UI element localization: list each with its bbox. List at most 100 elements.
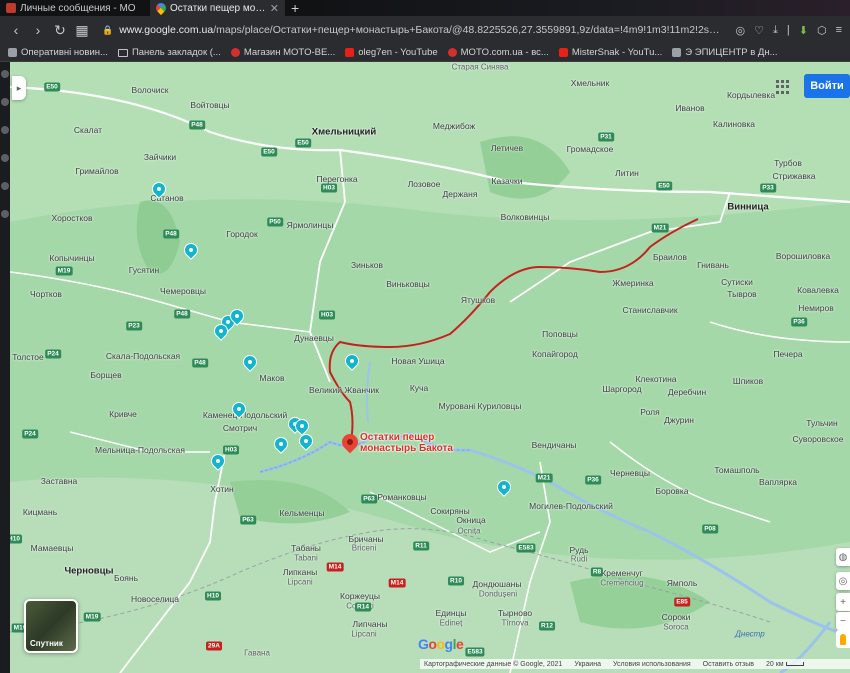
cave-poi-marker[interactable]	[241, 353, 259, 371]
cube-icon[interactable]: ⬡	[817, 24, 827, 37]
lock-icon[interactable]: 🔒	[102, 25, 113, 36]
google-apps-icon[interactable]	[776, 80, 790, 94]
map-label: Боянь	[113, 573, 139, 583]
bookmark-6[interactable]: Э ЭПИЦЕНТР в Дн...	[672, 47, 778, 58]
tab-messages[interactable]: Личные сообщения - MO	[0, 0, 150, 16]
selected-place-pin[interactable]	[338, 430, 362, 458]
street-view-pegman-icon[interactable]	[836, 630, 850, 648]
satellite-layer-toggle[interactable]: Спутник	[24, 599, 78, 653]
bookmark-0[interactable]: Оперативні новин...	[8, 47, 108, 58]
road-shield: P63	[240, 515, 256, 525]
map-label: Станиславчик	[622, 305, 678, 315]
sidebar-icon[interactable]	[1, 70, 9, 78]
tab-maps[interactable]: Остатки пещер монастыр ✕	[150, 0, 285, 16]
map-label: Тывров	[727, 289, 757, 299]
bookmark-1[interactable]: Панель закладок (...	[117, 47, 221, 58]
map-label: Томашполь	[714, 465, 760, 475]
road-shield: E50	[261, 147, 277, 157]
selected-place-label[interactable]: Остатки пещер монастырь Бакота	[360, 432, 453, 454]
cave-poi-marker[interactable]	[343, 352, 361, 370]
road-shield: H10	[205, 591, 221, 601]
map-label: Черневцы	[609, 468, 651, 478]
map-label: Lipcani	[287, 577, 313, 587]
cave-poi-marker[interactable]	[297, 432, 315, 450]
map-label: Новая Ушица	[391, 356, 445, 366]
forward-icon[interactable]: ›	[30, 22, 46, 38]
road-shield: H10	[10, 534, 22, 544]
bookmark-4[interactable]: MOTO.com.ua - вс...	[447, 47, 549, 58]
sign-in-button[interactable]: Войти	[804, 74, 850, 98]
heart-icon[interactable]: ♡	[754, 24, 764, 37]
scale-control[interactable]: 20 км	[766, 661, 804, 668]
bookmark-2[interactable]: Магазин MOTO-BE...	[230, 47, 335, 58]
extension-icon[interactable]: ⬇	[799, 24, 808, 37]
sidebar-icon[interactable]	[1, 98, 9, 106]
download-icon[interactable]: ⤓	[773, 24, 778, 37]
sidebar-icon[interactable]	[1, 182, 9, 190]
map-canvas[interactable]: Хмельницкий Винница Каменец-Подольский Ч…	[10, 62, 850, 673]
map-label: Днестр	[735, 629, 765, 639]
map-label: Джурин	[664, 415, 694, 425]
map-label: Дунаевцы	[294, 333, 334, 343]
google-logo: Google	[418, 636, 464, 652]
map-label: Клекотина	[635, 374, 677, 384]
map-label: Ятушков	[460, 295, 496, 305]
map-label: Стрижавка	[772, 171, 816, 181]
camera-icon[interactable]: ◎	[736, 24, 746, 37]
cave-poi-marker[interactable]	[150, 180, 168, 198]
back-icon[interactable]: ‹	[8, 22, 24, 38]
cave-poi-marker[interactable]	[230, 400, 248, 418]
cave-poi-marker[interactable]	[209, 452, 227, 470]
cave-poi-marker[interactable]	[228, 307, 246, 325]
close-tab-icon[interactable]: ✕	[270, 2, 279, 15]
map-label: Держаня	[442, 189, 478, 199]
map-label: Зиньков	[350, 260, 384, 270]
zoom-out-button[interactable]: −	[836, 612, 850, 630]
globe-icon[interactable]: ◍	[836, 548, 850, 566]
country-link[interactable]: Украина	[574, 661, 601, 668]
map-label: Жмеринка	[612, 278, 654, 288]
cave-poi-marker[interactable]	[182, 241, 200, 259]
collapse-panel-button[interactable]: ▸	[12, 76, 26, 100]
map-label: Борщев	[90, 370, 122, 380]
tab-title: Личные сообщения - MO	[20, 2, 136, 14]
map-label: Летичев	[490, 143, 524, 153]
bookmark-3[interactable]: oleg7en - YouTube	[345, 47, 438, 58]
road-shield: M21	[535, 473, 553, 483]
new-tab-button[interactable]: +	[285, 0, 305, 16]
terms-link[interactable]: Условия использования	[613, 661, 691, 668]
road-shield: M14	[326, 562, 344, 572]
sidebar-icon[interactable]	[1, 126, 9, 134]
map-label: Смотрич	[222, 423, 258, 433]
tab-grid-icon[interactable]: ▦	[74, 22, 90, 39]
map-label: Войтовцы	[190, 100, 230, 110]
cave-poi-marker[interactable]	[293, 417, 311, 435]
my-location-icon[interactable]: ◎	[836, 572, 850, 590]
site-icon	[672, 48, 682, 57]
road-shield: P48	[174, 309, 190, 319]
cave-poi-marker[interactable]	[495, 478, 513, 496]
zoom-in-button[interactable]: +	[836, 593, 850, 611]
sidebar-icon[interactable]	[1, 210, 9, 218]
map-label: Шаргород	[602, 384, 642, 394]
cave-poi-marker[interactable]	[212, 322, 230, 340]
address-bar[interactable]: 🔒 www.google.com.ua/maps/place/Остатки+п…	[96, 20, 730, 40]
menu-icon[interactable]: ≡	[836, 24, 842, 36]
browser-sidebar	[0, 62, 10, 673]
map-label: Великий Жванчик	[309, 385, 379, 395]
map-label: Лозовое	[407, 179, 441, 189]
bookmark-5[interactable]: MisterSnak - YouTu...	[558, 47, 662, 58]
road-shield: H03	[319, 310, 335, 320]
map-label: Старая Синява	[451, 62, 509, 72]
road-shield: E50	[656, 181, 672, 191]
cave-poi-marker[interactable]	[272, 435, 290, 453]
feedback-link[interactable]: Оставить отзыв	[703, 661, 754, 668]
map-label: Черновцы	[64, 565, 114, 577]
reload-icon[interactable]: ↻	[52, 22, 68, 39]
road-shield: M19	[83, 612, 101, 622]
road-shield: P24	[45, 349, 61, 359]
road-shield: R14	[355, 602, 371, 612]
road-shield: R10	[448, 576, 464, 586]
sidebar-icon[interactable]	[1, 154, 9, 162]
road-shield: P48	[192, 358, 208, 368]
